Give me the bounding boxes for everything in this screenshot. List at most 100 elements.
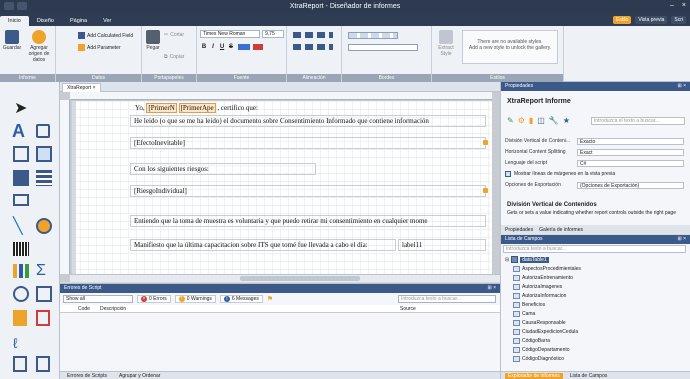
- subreport-tool-icon[interactable]: [13, 194, 29, 206]
- errors-search-input[interactable]: Introduzca texto a buscar...: [398, 295, 496, 303]
- scrollbar-thumb[interactable]: [240, 276, 360, 281]
- field-yo-certifico[interactable]: Yo, [PrimerN [PrimerApe , certifico que:: [132, 103, 298, 114]
- paste-button[interactable]: Pegar: [144, 30, 162, 51]
- add-parameter-button[interactable]: Add Parameter: [78, 44, 121, 51]
- filter-select[interactable]: Show all: [63, 295, 133, 303]
- design-surface[interactable]: Yo, [PrimerN [PrimerApe , certifico que:…: [60, 92, 500, 282]
- bold-button[interactable]: B: [200, 43, 208, 51]
- field-list-item[interactable]: CiudadExpedicionCedula: [505, 327, 686, 336]
- field-label11[interactable]: label11: [398, 239, 486, 251]
- pointer-tool-icon[interactable]: ➤: [14, 100, 32, 118]
- pdf-tool-icon[interactable]: [36, 310, 50, 326]
- font-color-button[interactable]: [253, 44, 263, 50]
- field-primer-apellido[interactable]: [PrimerApe: [178, 103, 216, 113]
- col-code[interactable]: Code: [78, 305, 100, 312]
- signature-tool-icon[interactable]: ℓ: [13, 334, 31, 352]
- extract-style-button[interactable]: Extract Style: [434, 30, 458, 57]
- field-entiendo[interactable]: Entiendo que la toma de muestra es volun…: [130, 215, 486, 227]
- strikethrough-button[interactable]: S: [227, 43, 235, 51]
- messages-filter-button[interactable]: i6 Messages: [219, 295, 263, 303]
- report-page[interactable]: Yo, [PrimerN [PrimerApe , certifico que:…: [72, 101, 492, 274]
- tab-ver[interactable]: Ver: [95, 16, 119, 26]
- minimize-icon[interactable]: –: [670, 2, 674, 9]
- tab-pagina[interactable]: Página: [62, 16, 95, 26]
- clear-filter-icon[interactable]: ⚑: [267, 295, 273, 303]
- field-list-item[interactable]: AutorizaImagenes: [505, 282, 686, 291]
- border-buttons[interactable]: [348, 32, 398, 39]
- tab-script-errors[interactable]: Errores de Scripts: [64, 373, 110, 379]
- property-row[interactable]: Opciones de Exportación (Opciones de Expo…: [505, 181, 684, 189]
- tab-report-gallery[interactable]: Galería de informes: [539, 227, 583, 233]
- tree-root[interactable]: ⊟ dataTable1: [505, 255, 686, 264]
- field-list-item[interactable]: CódigoDiagnóstico: [505, 354, 686, 363]
- line-tool-icon[interactable]: ╲: [13, 218, 31, 236]
- style-gallery[interactable]: There are no available styles. Add a new…: [462, 30, 558, 64]
- shape-tool-icon[interactable]: [36, 218, 52, 234]
- panel-close-icon[interactable]: ⊞ ×: [488, 284, 497, 293]
- field-riesgos[interactable]: Con los siguientes riesgos:: [130, 163, 316, 175]
- sparkline-tool-icon[interactable]: [36, 286, 52, 302]
- toc-tool-icon[interactable]: [36, 356, 50, 372]
- preview-button[interactable]: Vista previa: [635, 16, 668, 24]
- field-list-item[interactable]: CódigoDepartamento: [505, 345, 686, 354]
- tab-xtrareport[interactable]: XtraReport ×: [62, 83, 101, 92]
- tab-diseno[interactable]: Diseño: [29, 16, 62, 26]
- panel-tool-icon[interactable]: [13, 170, 29, 186]
- property-row[interactable]: Horizontal Content Splitting Exact: [505, 148, 684, 156]
- field-list-item[interactable]: Beneficios: [505, 300, 686, 309]
- events-icon[interactable]: ▮: [529, 116, 533, 125]
- field-list-item[interactable]: Cama: [505, 309, 686, 318]
- tab-inicio[interactable]: Inicio: [0, 16, 29, 26]
- font-size-combo[interactable]: 9,75: [262, 30, 284, 38]
- field-list-item[interactable]: AutorizaInformacion: [505, 291, 686, 300]
- checkbox-tool-icon[interactable]: [36, 124, 50, 138]
- errors-filter-button[interactable]: × 0 Errors: [137, 295, 171, 303]
- italic-button[interactable]: I: [209, 43, 217, 51]
- underline-button[interactable]: U: [218, 43, 226, 51]
- zipcode-tool-icon[interactable]: [13, 310, 27, 326]
- favorites-icon[interactable]: ★: [563, 116, 570, 125]
- property-row[interactable]: División Vertical de Conteni... Exacto: [505, 137, 684, 145]
- style-button[interactable]: Estilo: [613, 16, 632, 24]
- table-tool-icon[interactable]: [36, 170, 52, 186]
- panel-pin-icon[interactable]: ⊞ ×: [678, 235, 687, 244]
- field-list-item[interactable]: CódigoBarra: [505, 336, 686, 345]
- property-row[interactable]: Lenguaje del script C#: [505, 159, 684, 167]
- col-source[interactable]: Source: [400, 305, 416, 312]
- field-riesgo-individual[interactable]: [RiesgoIndividual]: [130, 185, 486, 197]
- field-list-item[interactable]: AutorizaEntrenamiento: [505, 273, 686, 282]
- barcode-tool-icon[interactable]: [13, 242, 29, 256]
- gauge-tool-icon[interactable]: [13, 286, 29, 302]
- summary-tool-icon[interactable]: Σ: [36, 262, 54, 280]
- selected-object[interactable]: XtraReport Informe: [507, 98, 571, 105]
- categories-icon[interactable]: ✎: [507, 116, 514, 125]
- tab-group-sort[interactable]: Agrupar y Ordenar: [116, 373, 163, 379]
- field-list-item[interactable]: CausaResponsable: [505, 318, 686, 327]
- highlight-color-button[interactable]: [238, 44, 250, 50]
- col-description[interactable]: Descripción: [100, 305, 400, 312]
- label-tool-icon[interactable]: A: [12, 122, 30, 140]
- field-list-item[interactable]: AspectosProcedimientales: [505, 264, 686, 273]
- collapse-icon[interactable]: ⊟: [505, 257, 509, 263]
- save-button[interactable]: Guardar: [2, 30, 22, 51]
- warnings-filter-button[interactable]: ! 0 Warnings: [174, 295, 216, 303]
- smart-tag-icon[interactable]: [483, 140, 488, 145]
- cut-button[interactable]: ✂ Cortar: [164, 32, 184, 38]
- expand-icon[interactable]: ◫: [537, 116, 545, 125]
- properties-search-input[interactable]: Introduzca el texto a buscar...: [591, 117, 685, 125]
- richtext-tool-icon[interactable]: [13, 146, 29, 162]
- checkbox-icon[interactable]: [505, 171, 511, 177]
- field-efecto-inevitable[interactable]: [EfectoInevitable]: [130, 137, 486, 149]
- smart-tag-icon[interactable]: [483, 188, 488, 193]
- margin-lines-checkbox-row[interactable]: Mostrar líneas de márgenes en la vista p…: [505, 170, 684, 178]
- chart-tool-icon[interactable]: [13, 264, 29, 278]
- picture-tool-icon[interactable]: [36, 146, 52, 162]
- field-leido[interactable]: He leído (o que se me ha leído) el docum…: [130, 115, 486, 127]
- font-name-combo[interactable]: Times New Roman: [200, 30, 260, 38]
- tab-report-explorer[interactable]: Explorador de informes: [505, 372, 563, 379]
- horizontal-scrollbar[interactable]: [70, 274, 500, 282]
- page-info-tool-icon[interactable]: [13, 356, 27, 372]
- border-style-combo[interactable]: [348, 44, 418, 51]
- valign-buttons[interactable]: [293, 44, 333, 50]
- fields-search-input[interactable]: Introduzca texto a buscar...: [503, 245, 686, 253]
